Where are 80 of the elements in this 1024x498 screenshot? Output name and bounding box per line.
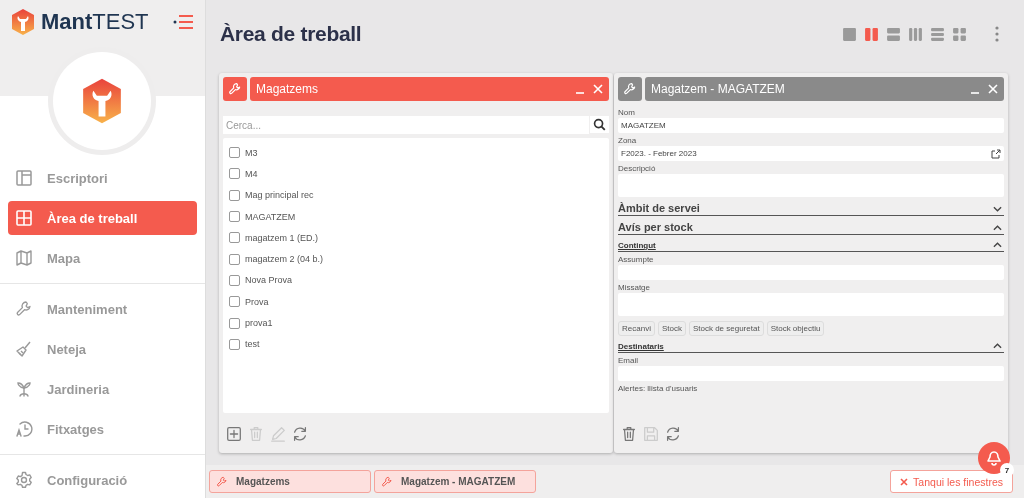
logo-icon [10,8,36,36]
external-link-icon[interactable] [991,148,1001,159]
wrench-icon [381,475,393,488]
clock-icon [15,420,33,438]
trash-icon[interactable] [620,425,638,443]
close-icon [900,477,909,486]
refresh-icon[interactable] [664,425,682,443]
wrench-icon [228,82,242,96]
list-item-label[interactable]: Nova Prova [245,275,293,286]
close-icon[interactable] [593,84,603,94]
expand-icon[interactable] [993,206,1002,212]
list-item-label[interactable]: magatzem 1 (ED.) [245,232,319,243]
input-field[interactable]: MAGATZEM [618,118,1004,133]
add-icon[interactable] [225,425,243,443]
brush-icon [15,340,33,358]
field-label: Zona [618,136,638,145]
list-item-label[interactable]: MAGATZEM [245,211,296,222]
field-label: Descripció [618,164,657,173]
list-item-label[interactable]: test [245,339,260,350]
subsection-header[interactable]: Destinataris [618,342,993,351]
window-title-bar: Magatzems [250,77,609,101]
layout-button[interactable] [952,26,967,42]
search-field[interactable]: Cerca... [223,116,589,134]
list-item-label[interactable]: Prova [245,296,269,307]
wrench-icon [15,300,33,318]
field-label: Alertes: llista d'usuaris [618,384,699,393]
collapse-icon[interactable] [993,242,1002,248]
checkbox[interactable] [229,211,240,223]
checkbox[interactable] [229,317,240,329]
section-header[interactable]: Àmbit de servei [618,202,993,214]
more-icon[interactable] [994,26,1000,42]
checkbox[interactable] [229,338,240,350]
layout-button[interactable] [842,26,857,42]
search-icon[interactable] [590,116,609,133]
close-icon[interactable] [988,84,998,94]
layout-button[interactable] [930,26,945,42]
checkbox[interactable] [229,232,240,244]
taskbar-window-button[interactable]: Magatzems [209,470,371,493]
notification-count: 7 [1000,463,1014,477]
app-name: MantTEST [41,9,149,35]
list-item-label[interactable]: M3 [245,147,258,158]
checkbox[interactable] [229,274,240,286]
layout-button[interactable] [908,26,923,42]
field-label: Email [618,356,639,365]
placeholder-tag[interactable]: Stock de seguretat [688,321,764,336]
wrench-icon [216,475,228,488]
checkbox[interactable] [229,296,240,308]
placeholder-tag[interactable]: Stock [657,321,686,336]
page-title: Àrea de treball [220,22,362,46]
refresh-icon[interactable] [291,425,309,443]
layout-icon [15,169,33,187]
map-icon [15,249,33,267]
checkbox[interactable] [229,168,240,180]
layout-button[interactable] [886,26,901,42]
checkbox[interactable] [229,253,240,265]
list-item-label[interactable]: magatzem 2 (04 b.) [245,254,324,265]
field-label: Nom [618,108,636,117]
bell-icon [986,450,1002,466]
checkbox[interactable] [229,147,240,159]
collapse-icon[interactable] [993,343,1002,349]
checkbox[interactable] [229,189,240,201]
layout-button[interactable] [864,26,879,42]
placeholder-tag[interactable]: Recanvi [618,321,655,336]
placeholder-tag[interactable]: Stock objectiu [766,321,825,336]
subsection-header[interactable]: Contingut [618,241,993,250]
list-item-label[interactable]: prova1 [245,318,273,328]
window-title-bar: Magatzem - MAGATZEM [645,77,1004,101]
grid-icon [15,209,33,227]
list-item-label[interactable]: Mag principal rec [245,190,314,201]
menu-icon[interactable] [173,14,195,30]
field-label: Assumpte [618,255,655,264]
sprout-icon [15,380,33,398]
settings-icon [15,471,33,489]
input-field[interactable]: F2023. - Febrer 2023 [618,146,1004,161]
wrench-icon [623,82,637,96]
taskbar-window-button[interactable]: Magatzem - MAGATZEM [374,470,536,493]
list-item-label[interactable]: M4 [245,168,258,179]
field-label: Missatge [618,283,651,292]
section-header[interactable]: Avís per stock [618,221,993,233]
collapse-icon[interactable] [993,225,1002,231]
